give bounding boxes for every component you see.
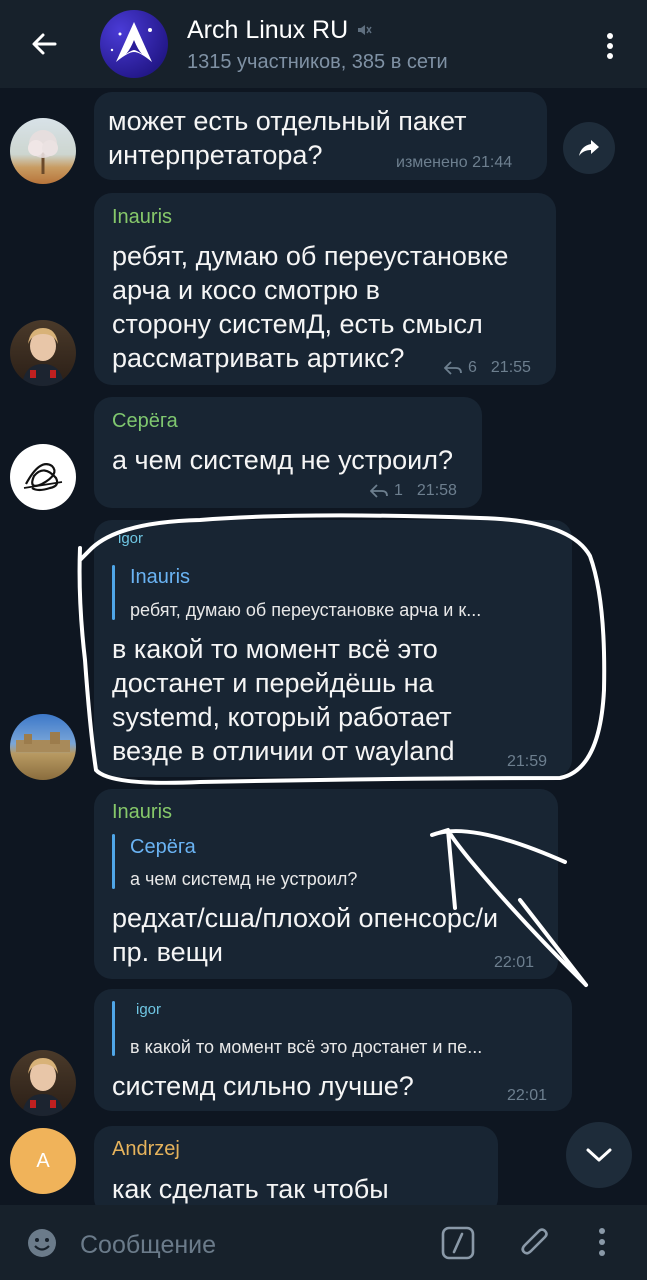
chat-title: Arch Linux RU: [187, 16, 349, 44]
message-bubble[interactable]: igor Inauris ребят, думаю об переустанов…: [94, 520, 572, 777]
message-text: в какой то момент всё это достанет и пер…: [112, 634, 455, 766]
avatar[interactable]: [10, 1050, 76, 1116]
more-vert-icon[interactable]: [596, 28, 624, 64]
more-vert-icon[interactable]: [598, 1227, 614, 1259]
message-bubble[interactable]: Andrzej как сделать так чтобы: [94, 1126, 498, 1216]
message-time: 22:01: [507, 1087, 548, 1104]
reply-preview[interactable]: в какой то момент всё это достанет и пе.…: [130, 1037, 482, 1058]
chat-subtitle: 1315 участников, 385 в сети: [187, 51, 448, 73]
message-time: изменено 21:44: [396, 154, 513, 171]
avatar[interactable]: [10, 118, 76, 184]
chat-avatar[interactable]: [100, 10, 168, 78]
reply-quote-bar: [112, 834, 115, 889]
reply-icon: [444, 361, 462, 375]
message-time: 21:58: [416, 482, 457, 499]
message-sender[interactable]: Inauris: [112, 206, 172, 229]
avatar[interactable]: [10, 320, 76, 386]
reply-author[interactable]: Inauris: [130, 566, 190, 589]
message-sender[interactable]: Серёга: [112, 410, 178, 433]
message-bubble[interactable]: Серёга а чем системд не устроил? 1 21:58: [94, 397, 482, 508]
back-arrow-icon[interactable]: [22, 22, 66, 66]
reply-author[interactable]: Серёга: [130, 836, 196, 859]
message-bubble[interactable]: Inauris Серёга а чем системд не устроил?…: [94, 789, 558, 979]
chat-title-row[interactable]: Arch Linux RU: [187, 16, 372, 45]
attach-icon[interactable]: [518, 1225, 552, 1261]
message-time: 22:01: [494, 954, 535, 971]
message-input[interactable]: Сообщение: [80, 1231, 216, 1260]
reply-author[interactable]: igor: [136, 1001, 161, 1018]
reply-preview[interactable]: а чем системд не устроил?: [130, 869, 357, 890]
message-text: как сделать так чтобы: [112, 1174, 389, 1204]
message-text: редхат/сша/плохой опенсорс/и пр. вещи: [112, 903, 499, 967]
reply-icon: [370, 484, 388, 498]
reply-quote-bar: [112, 565, 115, 620]
message-bubble[interactable]: igor в какой то момент всё это достанет …: [94, 989, 572, 1111]
reply-preview[interactable]: ребят, думаю об переустановке арча и к..…: [130, 600, 481, 621]
avatar[interactable]: [10, 714, 76, 780]
avatar[interactable]: [10, 444, 76, 510]
message-text: а чем системд не устроил?: [112, 445, 454, 475]
muted-icon: [356, 16, 372, 45]
message-sender[interactable]: Andrzej: [112, 1138, 180, 1161]
message-bubble[interactable]: Inauris ребят, думаю об переустановке ар…: [94, 193, 556, 385]
chat-header: Arch Linux RU 1315 участников, 385 в сет…: [0, 0, 647, 88]
message-bubble[interactable]: может есть отдельный пакет интерпретатор…: [94, 92, 547, 180]
message-time: 21:55: [490, 359, 531, 376]
replies-counter[interactable]: 6 21:55: [444, 359, 531, 377]
message-time: 21:59: [507, 753, 548, 770]
bot-command-icon[interactable]: [441, 1226, 475, 1260]
message-sender[interactable]: igor: [118, 530, 143, 547]
avatar-letter: A: [36, 1149, 50, 1172]
reply-quote-bar: [112, 1001, 115, 1056]
emoji-icon[interactable]: [26, 1227, 58, 1259]
chevron-down-icon[interactable]: [566, 1122, 632, 1188]
message-sender[interactable]: Inauris: [112, 801, 172, 824]
replies-counter[interactable]: 1 21:58: [370, 482, 457, 500]
message-input-bar: Сообщение: [0, 1205, 647, 1280]
avatar[interactable]: A: [10, 1128, 76, 1194]
message-text: системд сильно лучше?: [112, 1071, 414, 1101]
message-text: ребят, думаю об переустановке арча и кос…: [112, 241, 509, 373]
share-icon[interactable]: [563, 122, 615, 174]
